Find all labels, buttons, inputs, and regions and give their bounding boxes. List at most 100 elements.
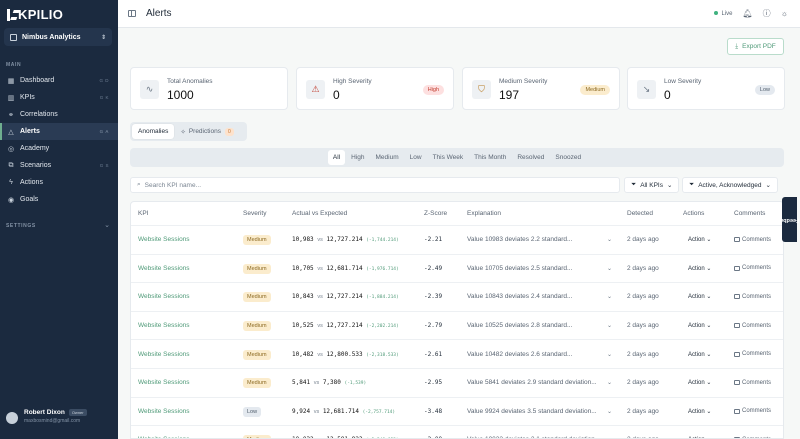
expected-value: 12,681.714: [326, 264, 363, 272]
kpi-filter-select[interactable]: ⏷ All KPIs ⌄: [624, 177, 680, 193]
comments-label: Comments: [742, 408, 772, 415]
kpi-link[interactable]: Website Sessions: [138, 293, 190, 300]
chevron-down-icon[interactable]: ⌄: [607, 351, 612, 358]
theme-toggle-icon[interactable]: ☼: [781, 9, 788, 18]
chevron-down-icon: ⌄: [706, 265, 712, 272]
actual-vs-expected: 10,705 vs 12,681.714 (-1,976.714): [292, 265, 399, 272]
action-label: Action: [688, 380, 705, 387]
sidebar-item-alerts[interactable]: △ Alerts G A: [0, 123, 118, 140]
feedback-tab[interactable]: + Feedback: [774, 197, 799, 242]
detected-time: 2 days ago: [627, 379, 659, 387]
action-dropdown[interactable]: Action ⌄: [688, 265, 711, 272]
action-dropdown[interactable]: Action ⌄: [688, 351, 711, 358]
explanation-text: Value 5841 deviates 2.9 standard deviati…: [467, 379, 597, 387]
detected-time: 2 days ago: [627, 350, 659, 358]
comments-label: Comments: [742, 379, 772, 386]
sidebar-item-scenarios[interactable]: ⧉ Scenarios G S: [0, 157, 118, 174]
help-icon[interactable]: ⓘ: [763, 8, 771, 19]
sidebar-item-kpis[interactable]: ▥ KPIs G K: [0, 89, 118, 106]
kpi-link[interactable]: Website Sessions: [138, 351, 190, 358]
table-row[interactable]: Website Sessions Medium 10,525 vs 12,727…: [131, 312, 783, 341]
action-dropdown[interactable]: Action ⌄: [688, 379, 711, 386]
tab-predictions[interactable]: ✧ Predictions 0: [174, 124, 239, 139]
comments-label: Comments: [742, 322, 772, 329]
export-pdf-button[interactable]: ⤓ Export PDF: [727, 38, 784, 55]
filter-chip-high[interactable]: High: [346, 150, 369, 165]
filter-chip-this-week[interactable]: This Week: [428, 150, 469, 165]
comments-button[interactable]: Comments: [734, 408, 771, 414]
severity-cell: Medium: [243, 349, 271, 360]
filter-chip-medium[interactable]: Medium: [371, 150, 404, 165]
expected-value: 12,800.533: [326, 350, 363, 358]
filter-chip-all[interactable]: All: [327, 150, 346, 165]
action-dropdown[interactable]: Action ⌄: [688, 408, 711, 415]
sidebar-item-goals[interactable]: ◉ Goals: [0, 191, 118, 208]
sidebar: KPILIO Nimbus Analytics ⇕ MAIN ▦ Dashboar…: [0, 0, 118, 439]
kpi-link[interactable]: Website Sessions: [138, 379, 190, 386]
filter-chip-snoozed[interactable]: Snoozed: [550, 150, 586, 165]
user-profile[interactable]: Robert Dixon Owner maxbosmind@gmail.com: [6, 409, 114, 424]
stat-label: Low Severity: [664, 78, 702, 85]
bell-icon[interactable]: 🔔︎: [743, 9, 753, 18]
tab-anomalies[interactable]: Anomalies: [132, 124, 175, 139]
chevron-down-icon[interactable]: ⌄: [607, 379, 612, 386]
difference-value: (-1,884.214): [366, 295, 399, 301]
sidebar-item-academy[interactable]: ◎ Academy: [0, 140, 118, 157]
chevron-down-icon[interactable]: ⌄: [607, 322, 612, 329]
comments-button[interactable]: Comments: [734, 294, 771, 300]
sidebar-item-actions[interactable]: ϟ Actions: [0, 174, 118, 191]
kpi-link[interactable]: Website Sessions: [138, 236, 190, 243]
comments-button[interactable]: Comments: [734, 323, 771, 329]
vs-label: vs: [317, 237, 323, 244]
explanation-text: Value 10843 deviates 2.4 standard...: [467, 293, 573, 301]
filter-chip-resolved[interactable]: Resolved: [512, 150, 549, 165]
table-row[interactable]: Website Sessions Medium 5,841 vs 7,380 (…: [131, 369, 783, 398]
org-switcher[interactable]: Nimbus Analytics ⇕: [4, 28, 112, 46]
vs-label: vs: [317, 294, 323, 301]
action-dropdown[interactable]: Action ⌄: [688, 293, 711, 300]
sidebar-toggle-icon[interactable]: [128, 10, 136, 17]
chevron-down-icon[interactable]: ⌄: [607, 236, 612, 243]
sidebar-item-dashboard[interactable]: ▦ Dashboard G D: [0, 72, 118, 89]
kpi-link[interactable]: Website Sessions: [138, 322, 190, 329]
table-row[interactable]: Website Sessions Low 9,924 vs 12,681.714…: [131, 398, 783, 427]
table-row[interactable]: Website Sessions Medium 10,032 vs 12,581…: [131, 426, 783, 438]
sidebar-item-label: Alerts: [20, 128, 40, 135]
chevron-down-icon[interactable]: ⌄: [104, 221, 110, 229]
severity-cell: Low: [243, 406, 262, 417]
comments-label: Comments: [742, 351, 772, 358]
chevron-down-icon[interactable]: ⌄: [607, 408, 612, 415]
comment-icon: [734, 351, 740, 357]
comments-button[interactable]: Comments: [734, 265, 771, 271]
status-filter-value: Active, Acknowledged: [698, 181, 762, 189]
actual-vs-expected: 10,983 vs 12,727.214 (-1,744.214): [292, 236, 399, 243]
top-bar: Alerts Live 🔔︎ ⓘ ☼: [118, 0, 800, 28]
action-dropdown[interactable]: Action ⌄: [688, 322, 711, 329]
app-logo[interactable]: KPILIO: [7, 7, 63, 22]
filter-chip-low[interactable]: Low: [405, 150, 427, 165]
comments-button[interactable]: Comments: [734, 237, 771, 243]
table-row[interactable]: Website Sessions Medium 10,482 vs 12,800…: [131, 340, 783, 369]
expected-value: 12,727.214: [326, 322, 363, 330]
column-header-actual-vs-expected: Actual vs Expected: [292, 210, 348, 217]
kpi-link[interactable]: Website Sessions: [138, 408, 190, 415]
search-box[interactable]: ⌕: [130, 177, 620, 193]
table-row[interactable]: Website Sessions Medium 10,983 vs 12,727…: [131, 226, 783, 255]
search-input[interactable]: [144, 181, 545, 189]
download-icon: ⤓: [735, 42, 739, 50]
severity-filter-bar: All High Medium Low This Week This Month Resol…: [130, 148, 784, 167]
status-filter-select[interactable]: ⏷ Active, Acknowledged ⌄: [682, 177, 778, 193]
comments-button[interactable]: Comments: [734, 380, 771, 386]
chevron-down-icon[interactable]: ⌄: [607, 265, 612, 272]
chevron-down-icon[interactable]: ⌄: [607, 293, 612, 300]
table-row[interactable]: Website Sessions Medium 10,843 vs 12,727…: [131, 283, 783, 312]
sidebar-item-correlations[interactable]: ⚭ Correlations: [0, 106, 118, 123]
comments-button[interactable]: Comments: [734, 351, 771, 357]
table-row[interactable]: Website Sessions Medium 10,705 vs 12,681…: [131, 255, 783, 284]
sidebar-item-label: Dashboard: [20, 77, 55, 84]
kpi-link[interactable]: Website Sessions: [138, 265, 190, 272]
z-score: -2.49: [424, 264, 443, 272]
comment-icon: [734, 265, 740, 271]
filter-chip-this-month[interactable]: This Month: [469, 150, 511, 165]
action-dropdown[interactable]: Action ⌄: [688, 236, 711, 243]
